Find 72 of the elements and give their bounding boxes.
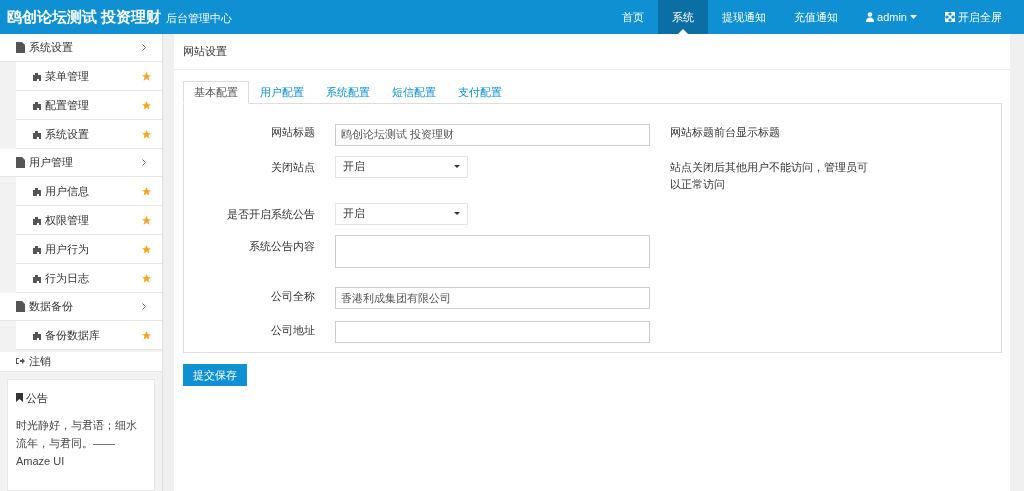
field-label: 网站标题 — [270, 125, 315, 140]
field-hint: 网站标题前台显示标题 — [670, 125, 781, 140]
star-icon — [141, 214, 152, 226]
nav-link[interactable]: 首页 — [608, 0, 659, 34]
logout-item[interactable]: 注销 — [0, 352, 162, 372]
sidebar-item[interactable]: 用户行为 — [16, 235, 162, 264]
sidebar-item[interactable]: 备份数据库 — [16, 321, 162, 350]
puzzle-icon — [32, 100, 42, 110]
sidebar-item[interactable]: 行为日志 — [16, 264, 162, 293]
select-field[interactable]: 开启 — [335, 202, 468, 225]
text-field[interactable]: 香港利成集团有限公司 — [335, 287, 650, 309]
expand-icon — [945, 12, 955, 22]
brand-subtitle: 后台管理中心 — [166, 10, 233, 26]
puzzle-icon — [32, 244, 42, 254]
star-icon — [141, 99, 152, 111]
brand-title: 鸥创论坛测试 投资理财 — [7, 6, 162, 27]
chevron-icon — [142, 159, 146, 166]
notice-title: 公告 — [26, 390, 48, 406]
page-title: 网站设置 — [183, 44, 227, 60]
textarea-field[interactable] — [335, 234, 650, 268]
puzzle-icon — [32, 330, 42, 340]
star-icon — [141, 70, 152, 82]
sidebar-item[interactable]: 菜单管理 — [16, 62, 162, 91]
field-label: 关闭站点 — [270, 159, 315, 175]
tab[interactable]: 系统配置 — [315, 81, 381, 104]
text-field[interactable]: 鸥创论坛测试 投资理财 — [335, 123, 650, 146]
sidebar-item[interactable]: 用户信息 — [16, 177, 162, 206]
caret-icon — [454, 165, 460, 168]
nav-link[interactable]: 系统 — [658, 0, 709, 34]
star-icon — [141, 185, 152, 197]
nav-link[interactable]: 提现通知 — [708, 0, 781, 34]
tab[interactable]: 用户配置 — [249, 81, 315, 104]
sidebar-section[interactable]: 数据备份 — [0, 293, 162, 321]
sidebar-item[interactable]: 配置管理 — [16, 91, 162, 120]
caret-icon — [454, 212, 460, 215]
user-icon — [866, 12, 875, 22]
text-field[interactable] — [335, 321, 650, 343]
tab[interactable]: 基本配置 — [183, 81, 249, 104]
puzzle-icon — [32, 215, 42, 225]
sidebar-section[interactable]: 系统设置 — [0, 34, 162, 62]
document-icon — [16, 301, 25, 312]
chevron-icon — [142, 303, 146, 310]
notice-text: 时光静好，与君语；细水流年，与君同。—— Amaze UI — [16, 418, 138, 469]
sidebar-item[interactable]: 权限管理 — [16, 206, 162, 235]
star-icon — [141, 329, 152, 341]
field-hint: 站点关闭后其他用户不能访问，管理员可以正常访问 — [670, 159, 869, 192]
field-label: 公司全称 — [270, 288, 315, 304]
document-icon — [16, 157, 25, 168]
caret-icon — [910, 15, 917, 19]
select-field[interactable]: 开启 — [335, 155, 468, 178]
sidebar-item[interactable]: 系统设置 — [16, 120, 162, 149]
nav-link[interactable]: 开启全屏 — [931, 0, 1016, 34]
puzzle-icon — [32, 129, 42, 139]
tab[interactable]: 短信配置 — [381, 81, 447, 104]
chevron-icon — [142, 44, 146, 51]
puzzle-icon — [32, 71, 42, 81]
submit-button[interactable]: 提交保存 — [183, 364, 247, 386]
sign-out-icon — [16, 357, 25, 366]
field-label: 是否开启系统公告 — [226, 206, 315, 222]
star-icon — [141, 243, 152, 255]
star-icon — [141, 272, 152, 284]
star-icon — [141, 128, 152, 140]
nav-link[interactable]: 充值通知 — [780, 0, 853, 34]
document-icon — [16, 42, 25, 53]
puzzle-icon — [32, 186, 42, 196]
field-label: 公司地址 — [270, 323, 315, 338]
puzzle-icon — [32, 273, 42, 283]
bookmark-icon — [16, 393, 23, 403]
field-label: 系统公告内容 — [248, 238, 315, 254]
sidebar-section[interactable]: 用户管理 — [0, 149, 162, 177]
nav-link[interactable]: admin — [852, 0, 931, 34]
tab[interactable]: 支付配置 — [447, 81, 513, 104]
